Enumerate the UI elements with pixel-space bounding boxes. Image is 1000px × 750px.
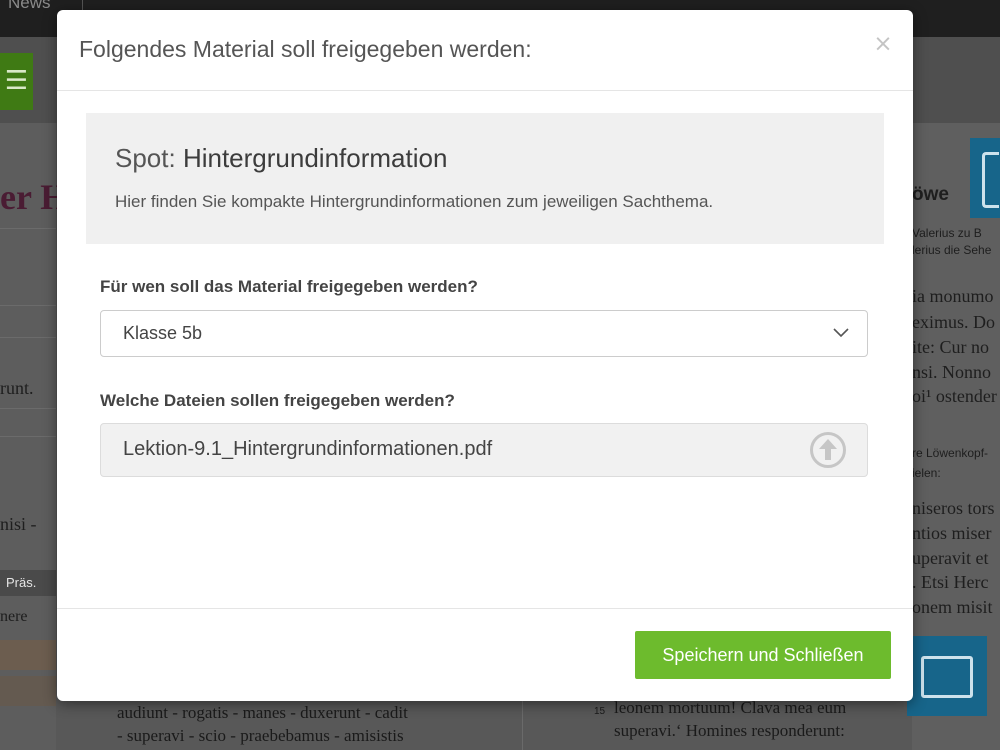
material-type-prefix: Spot: [115, 143, 183, 173]
right-small-text: lerius die Sehe [912, 243, 992, 257]
table-row [0, 676, 56, 706]
right-text-line: niseros tors [912, 498, 995, 518]
right-small-text: re Löwenkopf- [912, 446, 989, 460]
divider [0, 305, 56, 306]
bottom-text-line: audiunt - rogatis - manes - duxerunt - c… [117, 703, 408, 722]
right-text-line: ite: Cur no [912, 337, 989, 357]
left-text-fragment: nisi - [0, 514, 37, 534]
right-heading-fragment: öwe [912, 184, 949, 205]
divider [0, 228, 56, 229]
recipient-selected-value: Klasse 5b [123, 323, 203, 343]
close-icon[interactable]: × [872, 30, 894, 58]
line-number: 15 [594, 706, 606, 717]
right-text-line: onem misit [912, 597, 993, 617]
page-divider [522, 700, 523, 750]
dialog-footer-divider [57, 608, 913, 609]
table-header: Präs. [0, 570, 56, 596]
share-material-dialog: Folgendes Material soll freigegeben werd… [57, 10, 913, 701]
right-text-line: eximus. Do [912, 312, 995, 332]
recipient-label: Für wen soll das Material freigegeben we… [100, 277, 478, 296]
file-name: Lektion-9.1_Hintergrundinformationen.pdf [123, 438, 493, 460]
right-small-text: Valerius zu B [912, 226, 982, 240]
save-and-close-button[interactable]: Speichern und Schließen [635, 631, 891, 679]
right-text-line: ntios miser [912, 523, 992, 543]
right-text-line: nsi. Nonno [912, 362, 992, 382]
file-item: Lektion-9.1_Hintergrundinformationen.pdf [100, 423, 868, 477]
dialog-header: Folgendes Material soll freigegeben werd… [57, 10, 913, 91]
bottom-text-line: superavi.‘ Homines responderunt: [614, 721, 845, 740]
left-text-fragment: runt. [0, 378, 34, 398]
chevron-down-icon [833, 328, 849, 338]
bottom-text-line: leonem mortuum! Clava mea eum [614, 698, 847, 717]
dialog-title: Folgendes Material soll freigegeben werd… [79, 36, 532, 62]
recipient-select[interactable]: Klasse 5b [100, 310, 868, 357]
book-icon[interactable] [970, 138, 1000, 218]
image-icon[interactable] [907, 636, 987, 716]
right-small-text: ielen: [912, 466, 941, 480]
files-label: Welche Dateien sollen freigegeben werden… [100, 391, 455, 410]
divider [0, 436, 56, 437]
material-title: Spot: Hintergrundinformation [115, 143, 447, 174]
divider [0, 408, 56, 409]
table-row [0, 640, 56, 670]
material-info-box: Spot: Hintergrundinformation Hier finden… [86, 113, 884, 244]
right-text-line: . Etsi Herc [912, 572, 989, 592]
table-cell: nere [0, 608, 28, 625]
right-text-line: uperavit et [912, 548, 989, 568]
bottom-text-line: - superavi - scio - praebebamus - amisis… [117, 726, 404, 745]
divider [0, 337, 56, 338]
menu-icon[interactable]: ☰ [0, 53, 33, 110]
right-text-line: ia monumo [912, 286, 994, 306]
upload-icon[interactable] [809, 431, 847, 469]
material-name: Hintergrundinformation [182, 143, 448, 173]
right-text-line: oi¹ ostender [912, 386, 997, 406]
material-description: Hier finden Sie kompakte Hintergrundinfo… [115, 192, 714, 211]
nav-item-news[interactable]: News [8, 0, 51, 13]
